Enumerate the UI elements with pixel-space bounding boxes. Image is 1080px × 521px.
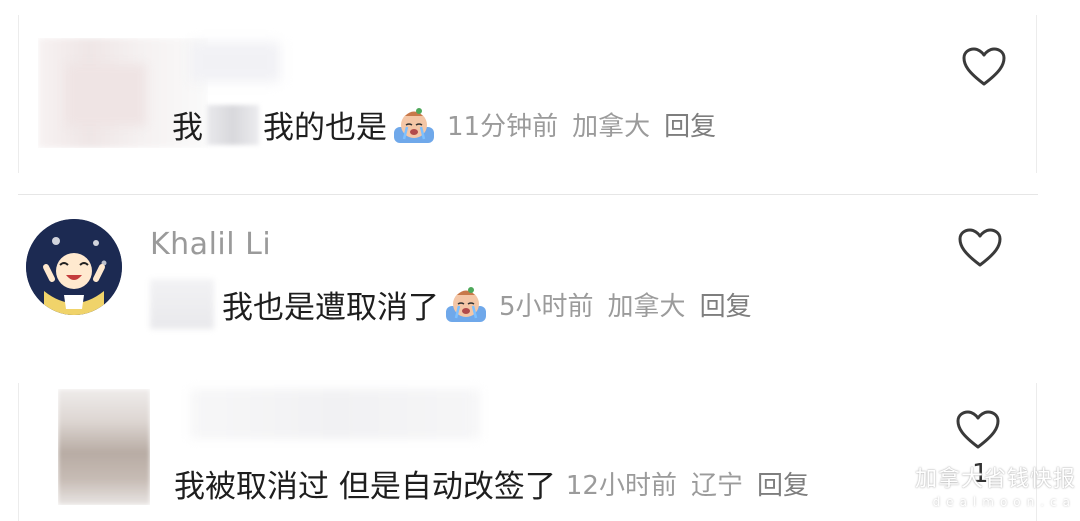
- comment-item: Khalil Li 我也是遭取消了 5小时前 加拿大 回复: [0, 195, 1080, 375]
- crying-face-emoji: [443, 284, 489, 324]
- comment-text: 我也是遭取消了: [222, 289, 439, 326]
- blurred-name: [190, 389, 480, 439]
- avatar[interactable]: [58, 389, 150, 505]
- comment-time: 5小时前: [499, 291, 594, 322]
- comment-time: 12小时前: [565, 471, 677, 501]
- heart-outline-icon: [958, 228, 1002, 267]
- comment-item: 我 我的也是 11分钟前 加拿大 回复: [0, 0, 1080, 195]
- comment-time: 11分钟前: [447, 112, 559, 142]
- crying-face-emoji: [391, 105, 437, 145]
- thread-line: [18, 15, 19, 173]
- comment-prefix: 我: [172, 110, 203, 146]
- avatar[interactable]: [26, 219, 122, 315]
- reply-button[interactable]: 回复: [664, 106, 716, 143]
- comment-line: 我也是遭取消了 5小时前 加拿大 回复: [150, 279, 752, 329]
- watermark-subtitle: dealmoon.ca: [932, 495, 1076, 509]
- thread-line: [1036, 15, 1037, 173]
- comment-location: 加拿大: [607, 291, 686, 322]
- thread-line: [18, 383, 19, 521]
- cartoon-avatar-image: [26, 219, 122, 315]
- watermark: 加拿大省钱快报 dealmoon.ca: [915, 461, 1076, 509]
- comment-location: 加拿大: [572, 112, 651, 142]
- redacted-text: [207, 104, 259, 145]
- commenter-name[interactable]: Khalil Li: [150, 227, 271, 262]
- comment-location: 辽宁: [690, 471, 743, 501]
- heart-outline-icon: [956, 410, 1000, 449]
- reply-button[interactable]: 回复: [757, 465, 809, 502]
- comment-text: 我被取消过 但是自动改签了: [174, 469, 556, 505]
- comment-text: 我的也是: [263, 110, 387, 146]
- like-button[interactable]: [961, 46, 1007, 88]
- comment-thread: 我 我的也是 11分钟前 加拿大 回复 Khalil Li 我也是遭取消了 5小…: [0, 0, 1080, 521]
- watermark-title: 加拿大省钱快报: [914, 467, 1076, 492]
- redacted-text: [150, 279, 214, 329]
- like-button[interactable]: [955, 409, 1001, 451]
- comment-line: 我被取消过 但是自动改签了 12小时前 辽宁 回复: [174, 461, 809, 506]
- blurred-name: [190, 42, 280, 82]
- comment-line: 我 我的也是 11分钟前 加拿大 回复: [172, 102, 716, 147]
- like-button[interactable]: [957, 227, 1003, 269]
- heart-outline-icon: [962, 47, 1006, 86]
- reply-button[interactable]: 回复: [700, 286, 752, 323]
